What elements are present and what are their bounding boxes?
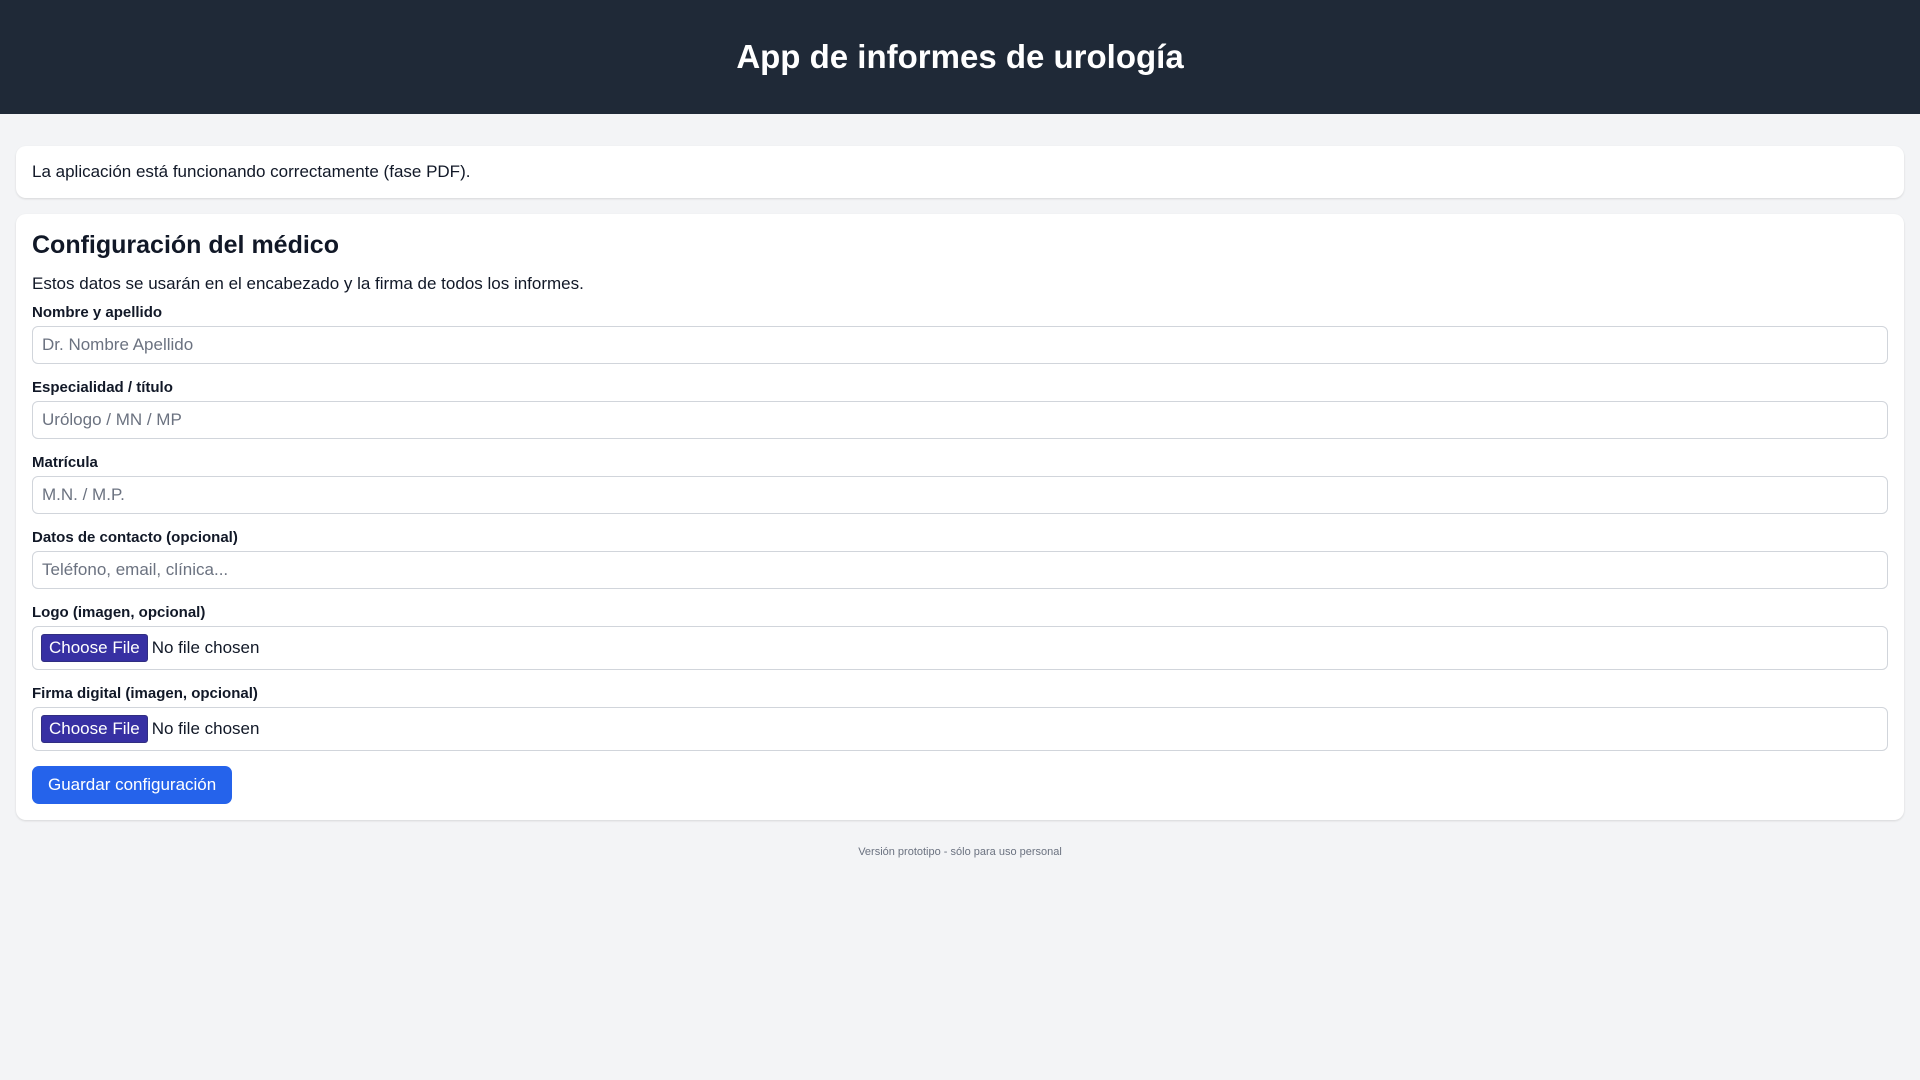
app-header: App de informes de urología	[0, 0, 1920, 114]
name-input[interactable]	[32, 326, 1888, 364]
license-label: Matrícula	[32, 454, 98, 471]
status-message: La aplicación está funcionando correctam…	[32, 162, 471, 181]
logo-file-status: No file chosen	[151, 638, 260, 657]
license-input[interactable]	[32, 476, 1888, 514]
doctor-config-card: Configuración del médico Estos datos se …	[16, 214, 1904, 820]
signature-label: Firma digital (imagen, opcional)	[32, 685, 258, 702]
contact-input[interactable]	[32, 551, 1888, 589]
footer-text: Versión prototipo - sólo para uso person…	[858, 846, 1062, 858]
specialty-input[interactable]	[32, 401, 1888, 439]
app-title: App de informes de urología	[736, 38, 1184, 75]
logo-file-input[interactable]: Choose File No file chosen	[32, 626, 1888, 670]
save-config-button[interactable]: Guardar configuración	[32, 766, 233, 804]
logo-choose-file-button[interactable]: Choose File	[41, 634, 148, 662]
signature-file-input[interactable]: Choose File No file chosen	[32, 707, 1888, 751]
name-label: Nombre y apellido	[32, 304, 163, 321]
status-card: La aplicación está funcionando correctam…	[16, 146, 1904, 198]
section-title: Configuración del médico	[32, 231, 339, 259]
signature-file-status: No file chosen	[151, 719, 260, 738]
contact-label: Datos de contacto (opcional)	[32, 529, 238, 546]
specialty-label: Especialidad / título	[32, 379, 173, 396]
signature-choose-file-button[interactable]: Choose File	[41, 715, 148, 743]
logo-label: Logo (imagen, opcional)	[32, 604, 206, 621]
section-description: Estos datos se usarán en el encabezado y…	[32, 274, 584, 293]
